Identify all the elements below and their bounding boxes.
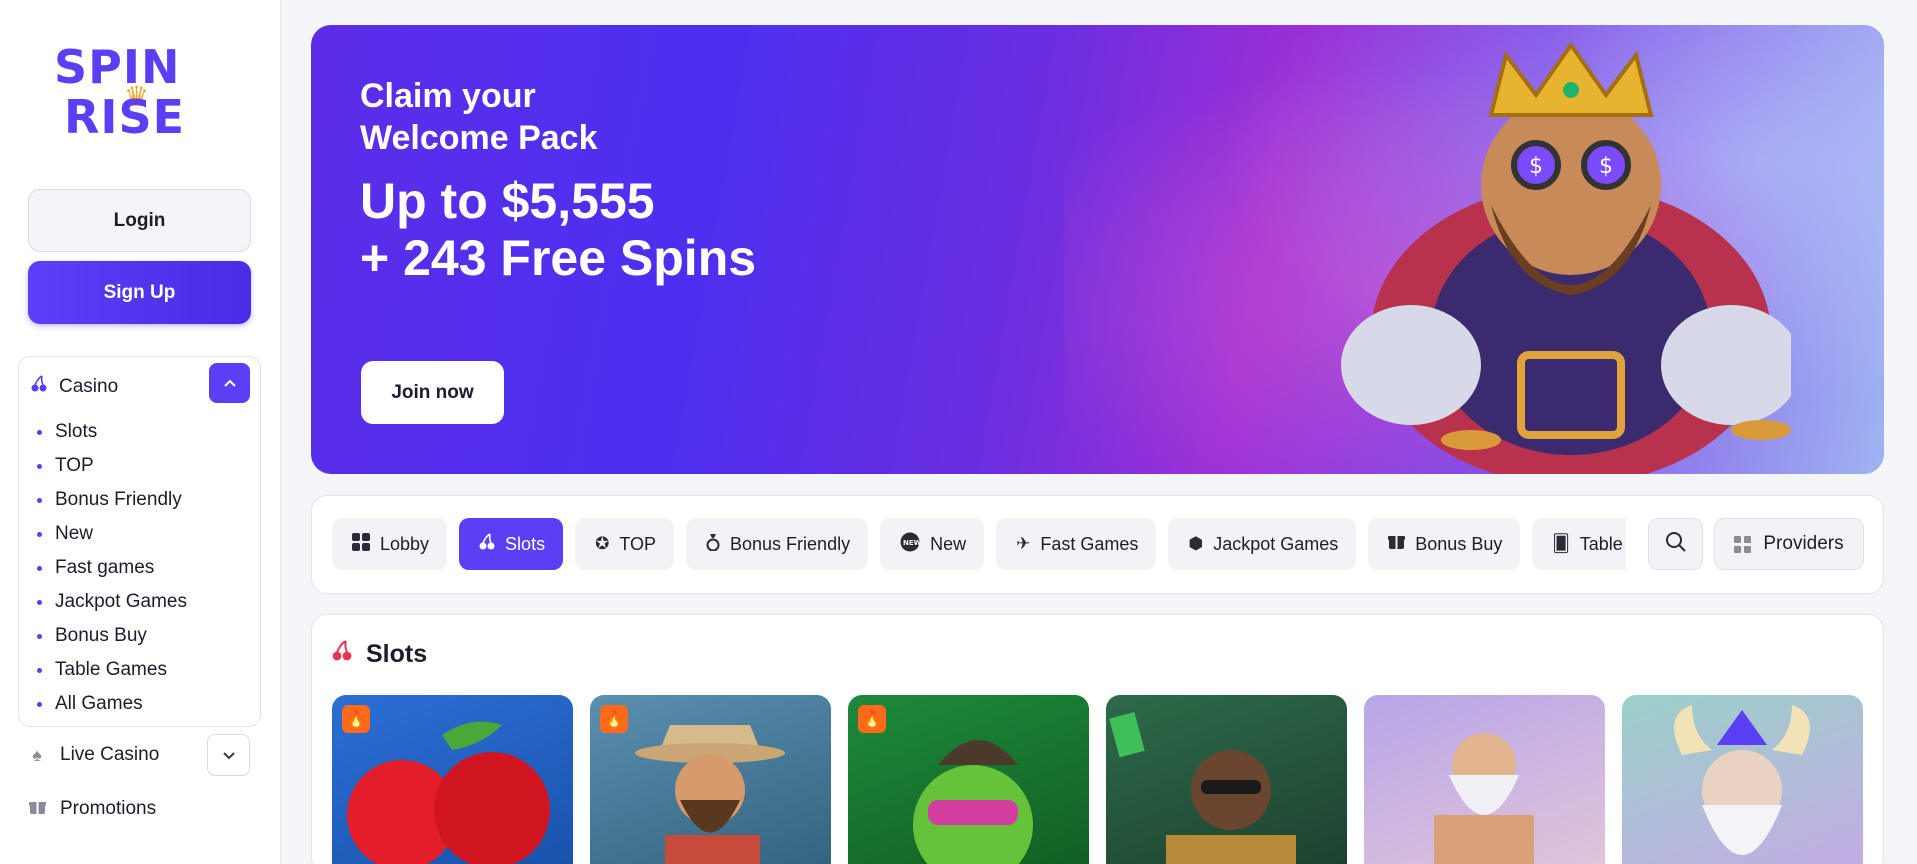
tab-top[interactable]: ✪ TOP — [575, 518, 675, 570]
sidebar: SPIN ♛ RISE Login Sign Up Casino Slots T… — [0, 0, 281, 864]
gift-icon — [28, 798, 46, 820]
providers-button[interactable]: Providers — [1714, 518, 1864, 570]
casino-item-bonus-buy[interactable]: Bonus Buy — [37, 619, 187, 653]
hot-badge-icon: 🔥 — [600, 705, 628, 733]
join-now-button[interactable]: Join now — [361, 361, 504, 424]
collapse-casino-button[interactable] — [209, 363, 250, 403]
signup-button[interactable]: Sign Up — [28, 261, 251, 324]
casino-item-top[interactable]: TOP — [37, 449, 187, 483]
search-button[interactable] — [1648, 518, 1703, 570]
chevron-down-icon — [222, 747, 235, 763]
cards-icon: 🂠 — [1552, 534, 1570, 553]
svg-text:$: $ — [1529, 154, 1543, 179]
casino-item-table-games[interactable]: Table Games — [37, 653, 187, 687]
hero-heading: Claim your Welcome Pack — [360, 77, 598, 157]
new-badge-icon: NEW — [900, 532, 922, 557]
game-tile[interactable] — [1622, 695, 1863, 864]
game-tile[interactable] — [1364, 695, 1605, 864]
casino-item-new[interactable]: New — [37, 517, 187, 551]
tab-table-games[interactable]: 🂠 Table Games — [1532, 518, 1626, 570]
cherry-icon — [31, 375, 47, 398]
casino-item-fast-games[interactable]: Fast games — [37, 551, 187, 585]
casino-menu: Casino Slots TOP Bonus Friendly New Fast… — [18, 356, 261, 727]
casino-item-bonus-friendly[interactable]: Bonus Friendly — [37, 483, 187, 517]
casino-item-slots[interactable]: Slots — [37, 415, 187, 449]
cherry-icon — [332, 639, 352, 669]
rapper-thumbnail — [1109, 712, 1296, 864]
casino-submenu: Slots TOP Bonus Friendly New Fast games … — [37, 415, 187, 721]
tab-bonus-buy[interactable]: Bonus Buy — [1368, 518, 1521, 570]
tab-bonus-friendly[interactable]: Bonus Friendly — [686, 518, 869, 570]
gem-icon: ⬢ — [1188, 534, 1204, 553]
hot-badge-icon: 🔥 — [342, 705, 370, 733]
game-tile[interactable]: 🔥 — [848, 695, 1089, 864]
king-mascot-illustration: $ $ — [1341, 41, 1791, 474]
welcome-banner[interactable]: $ $ Claim your Welcome Pack Up to $5,555… — [311, 25, 1884, 474]
zeus-thumbnail — [1434, 733, 1534, 864]
tab-lobby[interactable]: Lobby — [332, 518, 448, 570]
tab-new[interactable]: NEW New — [880, 518, 985, 570]
gift-icon — [1388, 533, 1406, 555]
casino-menu-header[interactable]: Casino — [31, 375, 118, 398]
casino-item-all-games[interactable]: All Games — [37, 687, 187, 721]
game-tile[interactable]: 🔥 — [332, 695, 573, 864]
sidebar-item-live-casino[interactable]: ♠ Live Casino — [28, 744, 159, 766]
category-bar: Lobby Slots ✪ TOP Bonus Friendly NEW New… — [311, 495, 1884, 594]
game-tile[interactable] — [1106, 695, 1347, 864]
casino-item-jackpot-games[interactable]: Jackpot Games — [37, 585, 187, 619]
tab-slots[interactable]: Slots — [459, 518, 564, 570]
tab-fast-games[interactable]: ✈ Fast Games — [996, 518, 1157, 570]
grid-icon — [352, 532, 370, 556]
cherry-icon — [479, 532, 495, 556]
spade-icon: ♠ — [32, 744, 42, 765]
game-tile[interactable]: 🔥 — [590, 695, 831, 864]
medal-icon: ✪ — [595, 534, 610, 553]
category-tabs: Lobby Slots ✪ TOP Bonus Friendly NEW New… — [332, 518, 1626, 570]
hero-offer: Up to $5,555 + 243 Free Spins — [360, 173, 757, 286]
hot-badge-icon: 🔥 — [858, 705, 886, 733]
bag-icon — [706, 533, 720, 556]
sidebar-item-promotions[interactable]: Promotions — [28, 798, 156, 820]
svg-text:$: $ — [1599, 154, 1613, 179]
chevron-up-icon — [223, 374, 236, 392]
spinrise-logo[interactable]: SPIN ♛ RISE — [54, 44, 226, 142]
slots-section: Slots 🔥 🔥 🔥 — [311, 614, 1884, 864]
casino-label: Casino — [59, 375, 119, 397]
section-title: Slots — [332, 639, 427, 669]
tab-jackpot-games[interactable]: ⬢ Jackpot Games — [1168, 518, 1357, 570]
login-button[interactable]: Login — [28, 189, 251, 252]
expand-live-casino-button[interactable] — [207, 734, 250, 776]
search-icon — [1665, 531, 1687, 558]
grid-icon — [1734, 535, 1752, 553]
svg-text:NEW: NEW — [903, 539, 920, 547]
viking-thumbnail — [1674, 705, 1810, 855]
plane-icon: ✈ — [1016, 534, 1031, 553]
